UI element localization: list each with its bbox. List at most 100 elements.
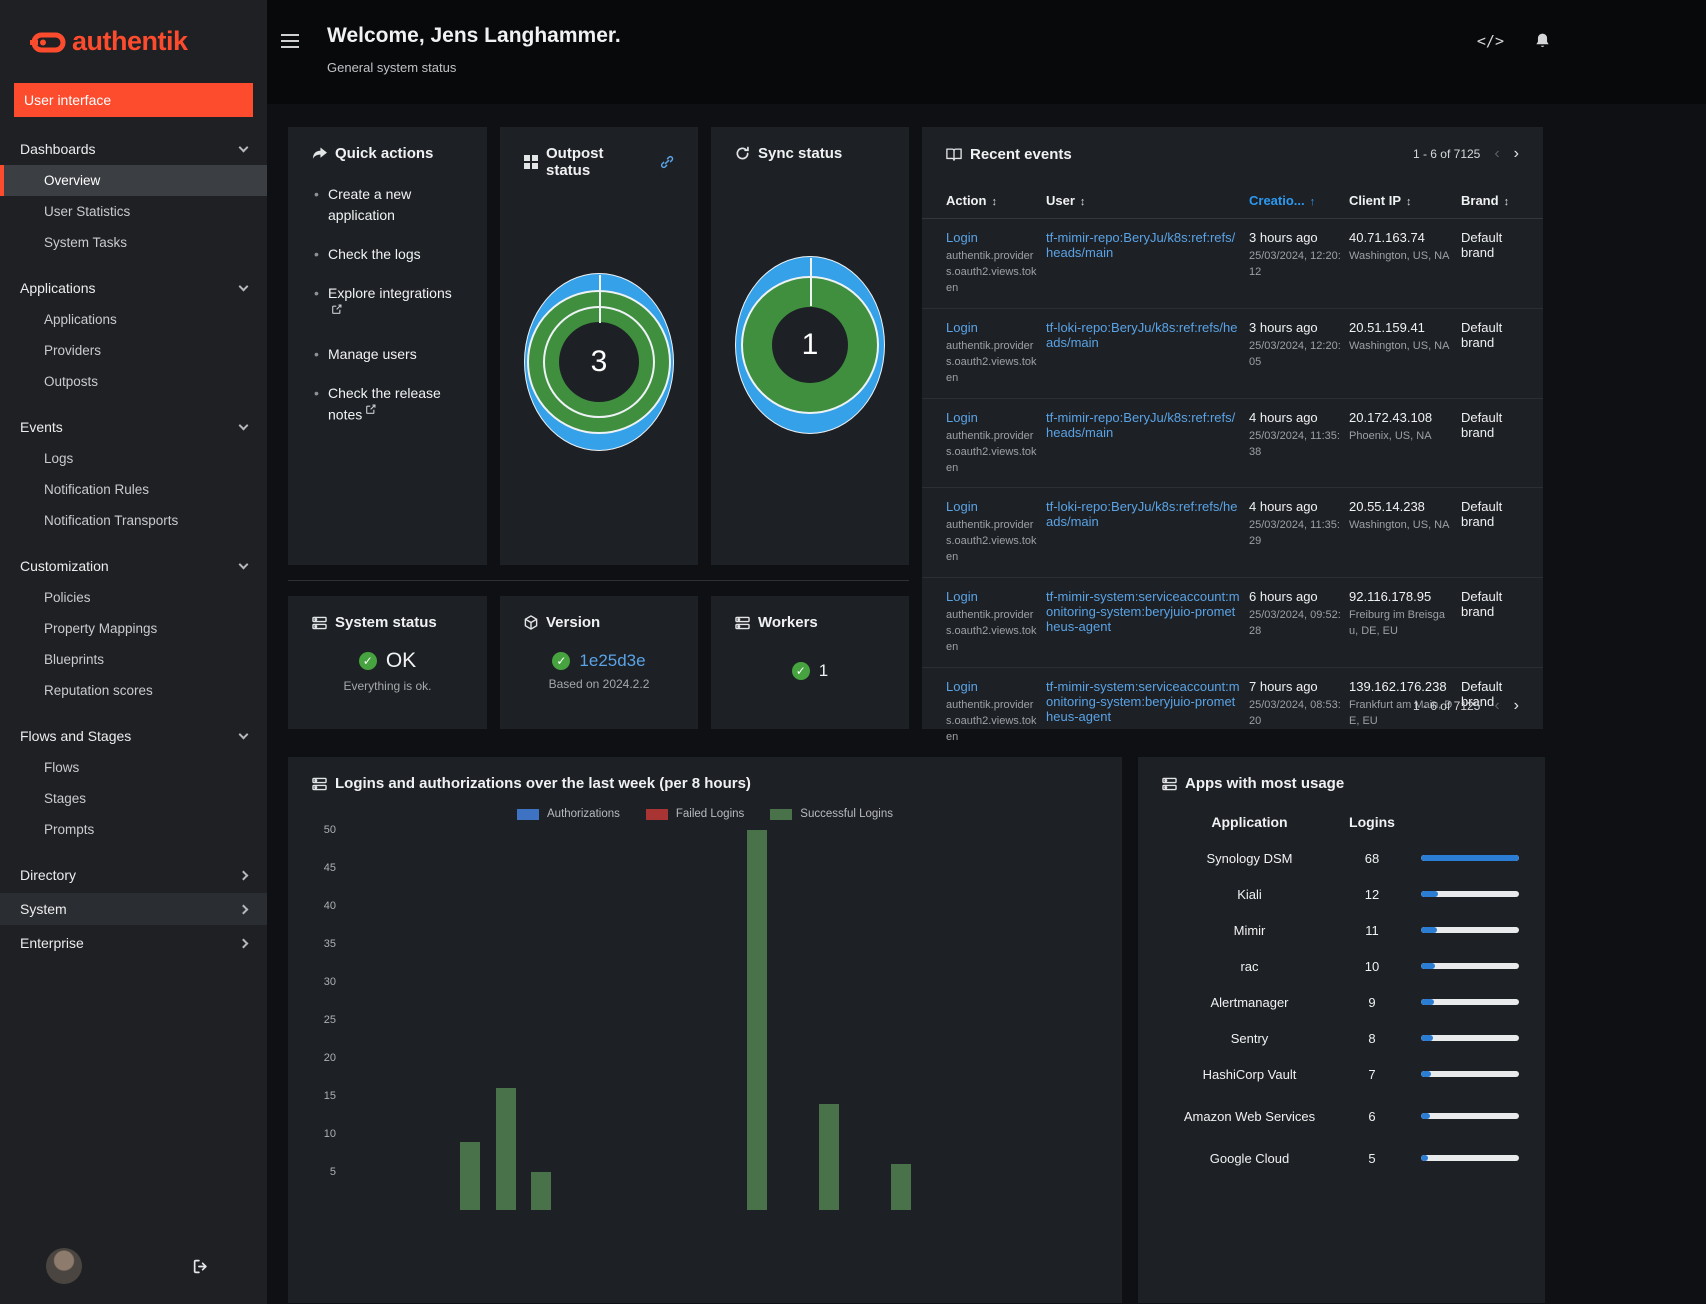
- sidebar-item-applications[interactable]: Applications: [0, 304, 267, 335]
- event-brand: Default brand: [1461, 230, 1503, 260]
- sidebar-section-enterprise[interactable]: Enterprise: [0, 927, 267, 959]
- table-row: rac 10: [1162, 948, 1521, 984]
- column-header-action[interactable]: Action ↕: [946, 185, 1046, 218]
- quick-action-release-notes[interactable]: Check the release notes: [328, 385, 441, 423]
- event-user-link[interactable]: tf-loki-repo:BeryJu/k8s:ref:refs/heads/m…: [1046, 499, 1237, 529]
- quick-action-explore-integrations[interactable]: Explore integrations: [328, 285, 452, 301]
- sidebar-item-logs[interactable]: Logs: [0, 443, 267, 474]
- app-login-count: 9: [1368, 994, 1376, 1010]
- column-header-logins: Logins: [1349, 814, 1395, 830]
- check-circle-icon: ✓: [791, 662, 810, 680]
- pagination-next-button[interactable]: ›: [1514, 145, 1519, 163]
- pagination-prev-button[interactable]: ‹: [1494, 697, 1499, 715]
- y-tick-label: 35: [323, 938, 336, 950]
- table-row[interactable]: Login authentik.providers.oauth2.views.t…: [922, 399, 1543, 489]
- column-header-client-ip[interactable]: Client IP ↕: [1349, 185, 1461, 218]
- event-action-link[interactable]: Login: [946, 679, 978, 694]
- event-user-link[interactable]: tf-mimir-repo:BeryJu/k8s:ref:refs/heads/…: [1046, 410, 1235, 440]
- event-location: Washington, US, NA: [1349, 339, 1450, 352]
- column-header-creation[interactable]: Creatio... ↑: [1249, 185, 1349, 218]
- event-action-link[interactable]: Login: [946, 589, 978, 604]
- version-value-link[interactable]: 1e25d3e: [579, 651, 645, 671]
- table-row[interactable]: Login authentik.providers.oauth2.views.t…: [922, 488, 1543, 579]
- notifications-bell-icon[interactable]: [1534, 32, 1551, 50]
- section-label: Customization: [20, 558, 109, 574]
- sync-status-donut: 1: [735, 256, 885, 434]
- sidebar-section-customization[interactable]: Customization: [0, 550, 267, 582]
- column-header-user[interactable]: User ↕: [1046, 185, 1249, 218]
- link-icon[interactable]: [660, 155, 674, 169]
- quick-action-check-logs[interactable]: Check the logs: [328, 246, 421, 262]
- quick-action-create-application[interactable]: Create a new application: [328, 186, 411, 223]
- sidebar-item-reputation-scores[interactable]: Reputation scores: [0, 675, 267, 706]
- api-code-icon[interactable]: </>: [1477, 32, 1504, 50]
- event-action-app: authentik.providers.oauth2.views.token: [946, 519, 1037, 564]
- event-user-link[interactable]: tf-loki-repo:BeryJu/k8s:ref:refs/heads/m…: [1046, 320, 1237, 350]
- app-name: Alertmanager: [1210, 994, 1289, 1010]
- event-client-ip: 20.172.43.108: [1349, 409, 1433, 425]
- sidebar-item-notification-transports[interactable]: Notification Transports: [0, 505, 267, 536]
- section-label: Dashboards: [20, 141, 96, 157]
- legend-item-successful-logins: Successful Logins: [770, 808, 893, 820]
- app-login-count: 10: [1364, 958, 1380, 974]
- legend-swatch: [770, 808, 793, 820]
- event-action-link[interactable]: Login: [946, 230, 978, 245]
- hamburger-menu-icon[interactable]: [281, 34, 299, 48]
- event-action-link[interactable]: Login: [946, 320, 978, 335]
- sidebar-item-policies[interactable]: Policies: [0, 582, 267, 613]
- sidebar-section-applications[interactable]: Applications: [0, 272, 267, 304]
- workers-value: 1: [818, 661, 829, 680]
- card-title-label: Workers: [758, 614, 818, 631]
- table-row: Alertmanager 9: [1162, 984, 1521, 1020]
- sidebar-item-flows[interactable]: Flows: [0, 752, 267, 783]
- event-user-link[interactable]: tf-mimir-system:serviceaccount:monitorin…: [1046, 589, 1240, 634]
- outpost-status-value: 3: [559, 322, 639, 402]
- app-name: HashiCorp Vault: [1202, 1066, 1297, 1082]
- table-row[interactable]: Login authentik.providers.oauth2.views.t…: [922, 309, 1543, 399]
- legend-swatch: [645, 808, 668, 820]
- table-row[interactable]: Login authentik.providers.oauth2.views.t…: [922, 578, 1543, 669]
- column-header-application: Application: [1211, 814, 1288, 830]
- pagination-prev-button[interactable]: ‹: [1494, 145, 1499, 163]
- column-header-brand[interactable]: Brand ↕: [1461, 185, 1519, 218]
- section-label: Events: [20, 419, 63, 435]
- sidebar-item-system-tasks[interactable]: System Tasks: [0, 227, 267, 258]
- app-login-count: 7: [1368, 1066, 1376, 1082]
- sidebar-section-directory[interactable]: Directory: [0, 859, 267, 891]
- sidebar-section-dashboards[interactable]: Dashboards: [0, 133, 267, 165]
- sidebar-item-notification-rules[interactable]: Notification Rules: [0, 474, 267, 505]
- sidebar-item-property-mappings[interactable]: Property Mappings: [0, 613, 267, 644]
- sidebar-item-outposts[interactable]: Outposts: [0, 366, 267, 397]
- app-login-count: 5: [1368, 1150, 1376, 1166]
- table-row[interactable]: Login authentik.providers.oauth2.views.t…: [922, 219, 1543, 309]
- sidebar-item-providers[interactable]: Providers: [0, 335, 267, 366]
- event-client-ip: 139.162.176.238: [1349, 679, 1447, 695]
- event-action-link[interactable]: Login: [946, 410, 978, 425]
- chart-bar: [746, 830, 767, 1210]
- event-timestamp: 25/03/2024, 11:35:38: [1249, 429, 1340, 458]
- event-user-link[interactable]: tf-mimir-repo:BeryJu/k8s:ref:refs/heads/…: [1046, 230, 1235, 260]
- sidebar-section-flows-and-stages[interactable]: Flows and Stages: [0, 720, 267, 752]
- table-row: Google Cloud 5: [1162, 1140, 1521, 1176]
- sidebar-item-prompts[interactable]: Prompts: [0, 814, 267, 845]
- avatar[interactable]: [46, 1248, 82, 1284]
- sidebar-section-events[interactable]: Events: [0, 411, 267, 443]
- sidebar-item-user-statistics[interactable]: User Statistics: [0, 196, 267, 227]
- logout-icon[interactable]: [192, 1258, 209, 1275]
- app-login-count: 11: [1365, 922, 1379, 938]
- pagination-next-button[interactable]: ›: [1514, 697, 1519, 715]
- sidebar-item-overview[interactable]: Overview: [0, 165, 267, 196]
- event-action-link[interactable]: Login: [946, 499, 978, 514]
- event-user-link[interactable]: tf-mimir-system:serviceaccount:monitorin…: [1046, 679, 1240, 724]
- app-login-count: 12: [1364, 886, 1380, 902]
- user-interface-button[interactable]: User interface: [14, 83, 253, 117]
- sidebar-item-blueprints[interactable]: Blueprints: [0, 644, 267, 675]
- sidebar-item-stages[interactable]: Stages: [0, 783, 267, 814]
- sidebar-section-system[interactable]: System: [0, 893, 267, 925]
- sidebar: authentik User interface Dashboards Over…: [0, 0, 267, 1304]
- pagination-top: 1 - 6 of 7125 ‹ ›: [1413, 145, 1519, 163]
- external-link-icon: [366, 404, 376, 414]
- sidebar-nav: Dashboards Overview User Statistics Syst…: [0, 133, 267, 961]
- quick-action-manage-users[interactable]: Manage users: [328, 346, 417, 362]
- app-name: Mimir: [1233, 922, 1266, 938]
